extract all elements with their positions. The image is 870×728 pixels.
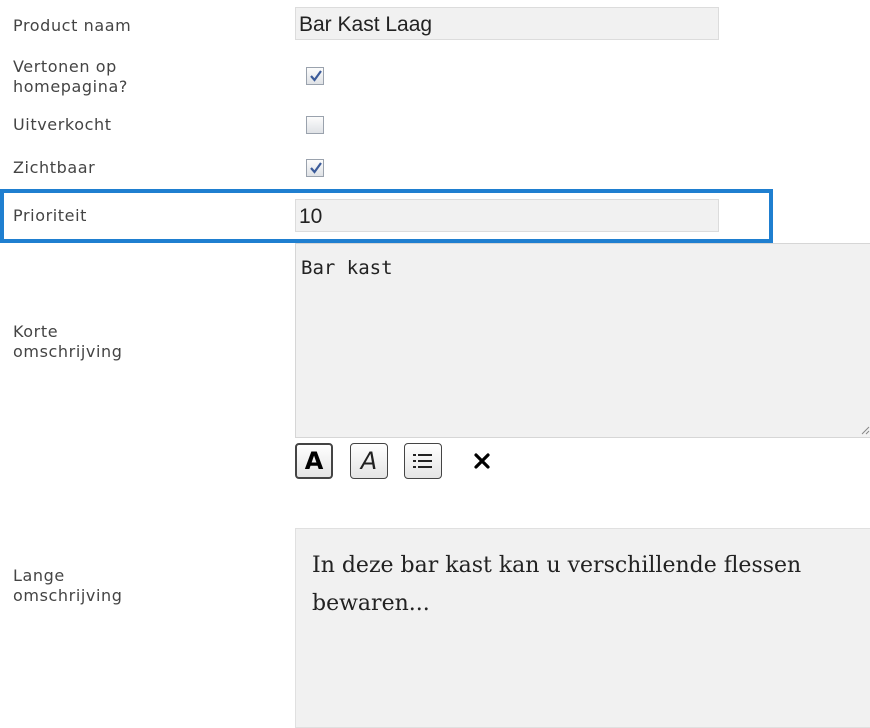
short-description-textarea[interactable]: Bar kast: [295, 243, 870, 438]
italic-icon: A: [360, 447, 378, 475]
priority-label: Prioriteit: [13, 206, 88, 225]
long-description-editor[interactable]: In deze bar kast kan u verschillende fle…: [295, 528, 870, 728]
product-name-label: Product naam: [13, 16, 132, 35]
checkmark-icon: [310, 70, 322, 82]
product-name-input[interactable]: Bar Kast Laag: [295, 7, 719, 40]
close-icon: [474, 453, 490, 469]
long-description-text: In deze bar kast kan u verschillende fle…: [312, 553, 802, 616]
bold-icon: A: [304, 447, 324, 475]
visible-label: Zichtbaar: [13, 158, 96, 177]
checkmark-icon: [310, 162, 322, 174]
clear-format-button[interactable]: [464, 443, 500, 479]
visible-checkbox[interactable]: [306, 159, 324, 177]
short-description-label: Korte omschrijving: [13, 322, 123, 361]
bulleted-list-icon: [413, 454, 432, 468]
sold-out-checkbox[interactable]: [306, 116, 324, 134]
long-description-label: Lange omschrijving: [13, 566, 123, 605]
italic-button[interactable]: A: [350, 443, 388, 479]
show-homepage-checkbox[interactable]: [306, 67, 324, 85]
short-description-text: Bar kast: [301, 257, 393, 279]
bulleted-list-button[interactable]: [404, 443, 442, 479]
bold-button[interactable]: A: [295, 443, 333, 479]
sold-out-label: Uitverkocht: [13, 115, 112, 134]
resize-grip-icon[interactable]: [860, 425, 870, 435]
priority-input[interactable]: 10: [295, 199, 719, 232]
show-homepage-label: Vertonen op homepagina?: [13, 57, 128, 96]
